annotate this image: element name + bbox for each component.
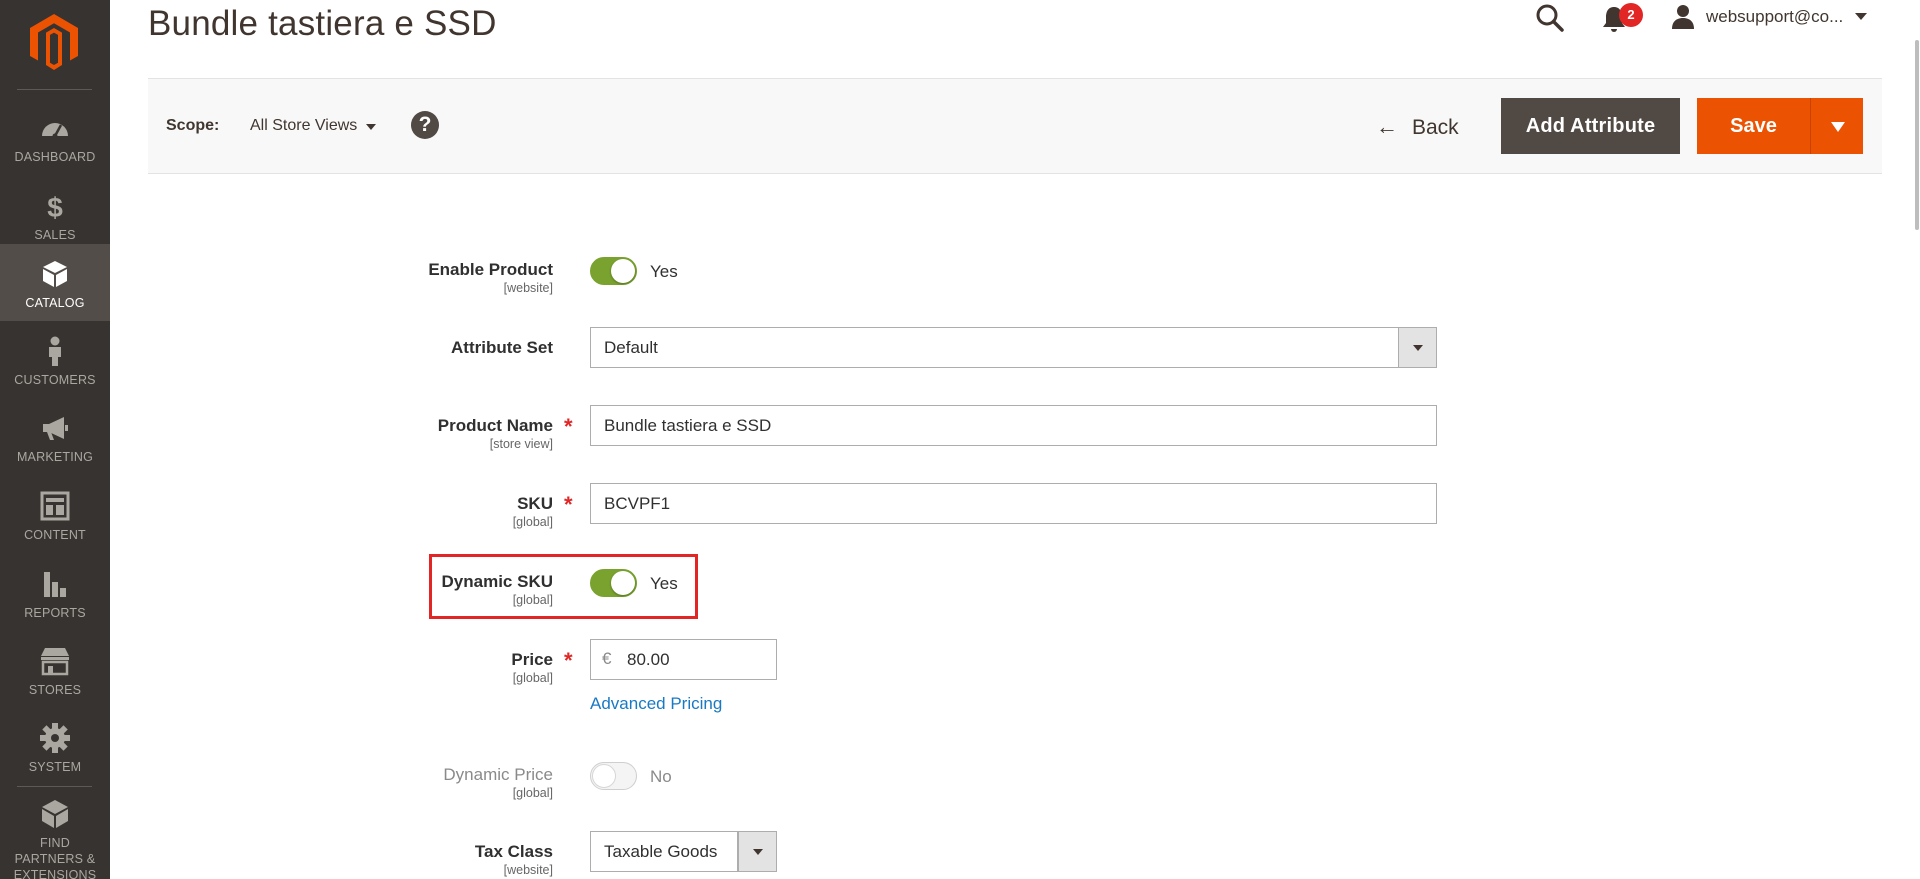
required-icon: * [564,492,573,517]
product-name-scope: [store view] [489,437,553,451]
search-icon[interactable] [1535,3,1565,33]
product-name-input[interactable]: Bundle tastiera e SSD [590,405,1437,446]
storefront-icon [41,648,69,676]
person-icon [49,336,61,366]
sidebar-item-marketing[interactable]: MARKETING [0,398,110,475]
sku-input[interactable]: BCVPF1 [590,483,1437,524]
chevron-down-icon [1831,122,1845,132]
sidebar-item-stores[interactable]: STORES [0,631,110,708]
tax-class-scope: [website] [503,863,553,877]
sidebar-divider [17,786,92,787]
sidebar-divider [17,89,92,90]
tax-class-label: Tax Class [474,842,553,861]
dynamic-sku-toggle[interactable] [590,569,637,597]
sidebar-item-reports[interactable]: REPORTS [0,554,110,631]
product-name-label: Product Name [437,416,553,435]
dynamic-price-toggle[interactable] [590,762,637,790]
add-attribute-button[interactable]: Add Attribute [1501,98,1680,154]
sidebar-item-label: DASHBOARD [14,150,96,164]
save-options-toggle[interactable] [1810,98,1863,154]
arrow-left-icon: ← [1376,114,1398,139]
enable-product-toggle[interactable] [590,257,637,285]
save-button[interactable]: Save [1697,98,1810,154]
price-input[interactable]: 80.00 [590,639,777,680]
back-button[interactable]: ← Back [1376,105,1459,149]
user-icon[interactable] [1671,4,1695,30]
enable-product-value: Yes [650,262,678,281]
dynamic-sku-label: Dynamic SKU [441,572,553,591]
sidebar-item-content[interactable]: CONTENT [0,476,110,553]
attribute-set-select[interactable]: Default [590,327,1437,368]
dynamic-sku-value: Yes [650,574,678,593]
attribute-set-label: Attribute Set [451,338,553,357]
toggle-knob [611,259,635,283]
sidebar-item-label: REPORTS [24,606,86,620]
page-actions-bar: Scope: All Store Views ? ← Back Add Attri… [148,78,1882,174]
scope-switcher[interactable]: All Store Views [250,117,357,135]
sidebar-item-system[interactable]: SYSTEM [0,708,110,785]
sidebar-item-label: MARKETING [16,450,94,464]
sidebar-item-label: CATALOG [25,296,85,310]
sidebar-item-label: CUSTOMERS [14,373,96,387]
required-icon: * [564,414,573,439]
sidebar-item-label: CONTENT [24,528,86,542]
attribute-set-dropdown-button[interactable] [1398,327,1437,368]
toggle-knob [611,571,635,595]
chevron-down-icon[interactable] [366,124,376,130]
dashboard-icon [42,123,68,139]
scope-label: Scope: [166,117,220,134]
sidebar-item-catalog[interactable]: CATALOG [0,244,110,321]
advanced-pricing-link[interactable]: Advanced Pricing [590,694,722,714]
sidebar-item-label: FIND PARTNERS & EXTENSIONS [13,836,97,879]
sidebar-item-label: SALES [34,228,76,242]
blocks-icon [42,800,68,828]
tax-class-select[interactable]: Taxable Goods [590,831,738,872]
tax-class-dropdown-button[interactable] [738,831,777,872]
user-name[interactable]: websupport@co... [1706,7,1843,27]
chevron-down-icon [1413,345,1423,351]
help-icon[interactable]: ? [411,111,439,139]
required-icon: * [564,648,573,673]
gear-icon [40,723,70,753]
dynamic-price-label: Dynamic Price [443,765,553,784]
page-title: Bundle tastiera e SSD [148,4,497,43]
sidebar-item-customers[interactable]: CUSTOMERS [0,321,110,398]
dynamic-price-value: No [650,767,672,786]
admin-sidebar: DASHBOARD $ SALES CATALOG CUSTOMERS MARK… [0,0,110,879]
chevron-down-icon [753,849,763,855]
dynamic-price-scope: [global] [512,786,553,800]
layout-icon [40,491,70,521]
megaphone-icon [43,417,68,440]
enable-product-label: Enable Product [428,260,553,279]
price-scope: [global] [512,671,553,685]
dynamic-sku-scope: [global] [512,593,553,607]
enable-product-scope: [website] [503,281,553,295]
svg-text:$: $ [47,192,63,222]
box-icon [43,261,67,287]
dollar-icon: $ [47,192,63,222]
sidebar-item-label: STORES [28,683,82,697]
magento-logo-icon[interactable] [30,14,78,70]
page-scrollbar[interactable] [1915,40,1919,230]
sidebar-item-label: SYSTEM [28,760,82,774]
sidebar-item-sales[interactable]: $ SALES [0,176,110,253]
price-label: Price [511,650,553,669]
sku-scope: [global] [512,515,553,529]
toggle-knob [592,764,616,788]
back-label: Back [1412,116,1459,139]
bar-chart-icon [44,572,66,597]
sidebar-item-dashboard[interactable]: DASHBOARD [0,98,110,175]
chevron-down-icon[interactable] [1855,13,1867,20]
currency-symbol: € [602,649,612,668]
notification-badge[interactable]: 2 [1619,3,1643,27]
sidebar-item-find-partners[interactable]: FIND PARTNERS & EXTENSIONS [0,792,110,879]
sku-label: SKU [517,494,553,513]
